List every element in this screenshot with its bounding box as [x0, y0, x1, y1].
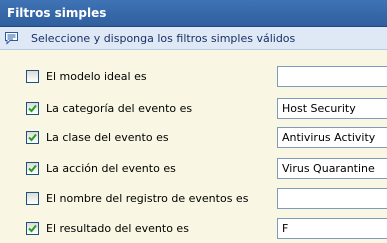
filter-row-clase: La clase del evento es Antivirus Activit…: [0, 126, 387, 150]
filter-value-input[interactable]: [277, 66, 387, 87]
info-bar: Seleccione y disponga los filtros simple…: [0, 27, 387, 50]
filter-row-nombre-registro: El nombre del registro de eventos es: [0, 187, 387, 211]
filter-value-input[interactable]: Host Security: [277, 98, 387, 119]
filter-checkbox[interactable]: [26, 162, 39, 175]
filter-label: La acción del evento es: [46, 162, 176, 175]
filter-row-modelo-ideal: El modelo ideal es: [0, 65, 387, 89]
checkmark-icon: [28, 224, 37, 233]
filter-value-input[interactable]: [277, 188, 387, 209]
checkmark-icon: [28, 104, 37, 113]
panel-title: Filtros simples: [7, 6, 107, 20]
filter-label: El modelo ideal es: [46, 70, 147, 83]
filter-checkbox[interactable]: [26, 222, 39, 235]
filter-checkbox[interactable]: [26, 192, 39, 205]
filter-row-categoria: La categoría del evento es Host Security: [0, 97, 387, 121]
filter-label: El nombre del registro de eventos es: [46, 192, 249, 205]
filter-row-resultado: El resultado del evento es F: [0, 217, 387, 241]
filter-label: El resultado del evento es: [46, 222, 189, 235]
filter-value-input[interactable]: Virus Quarantine: [277, 158, 387, 179]
checkmark-icon: [28, 164, 37, 173]
filter-label: La clase del evento es: [46, 131, 169, 144]
filter-value-input[interactable]: F: [277, 218, 387, 239]
filter-checkbox[interactable]: [26, 70, 39, 83]
filter-checkbox[interactable]: [26, 102, 39, 115]
checkmark-icon: [28, 133, 37, 142]
filter-row-accion: La acción del evento es Virus Quarantine: [0, 157, 387, 181]
comment-icon: [4, 31, 19, 45]
filter-label: La categoría del evento es: [46, 102, 193, 115]
panel-title-bar: Filtros simples: [0, 0, 387, 27]
filter-value-input[interactable]: Antivirus Activity: [277, 127, 387, 148]
info-text: Seleccione y disponga los filtros simple…: [31, 32, 296, 45]
filter-checkbox[interactable]: [26, 131, 39, 144]
